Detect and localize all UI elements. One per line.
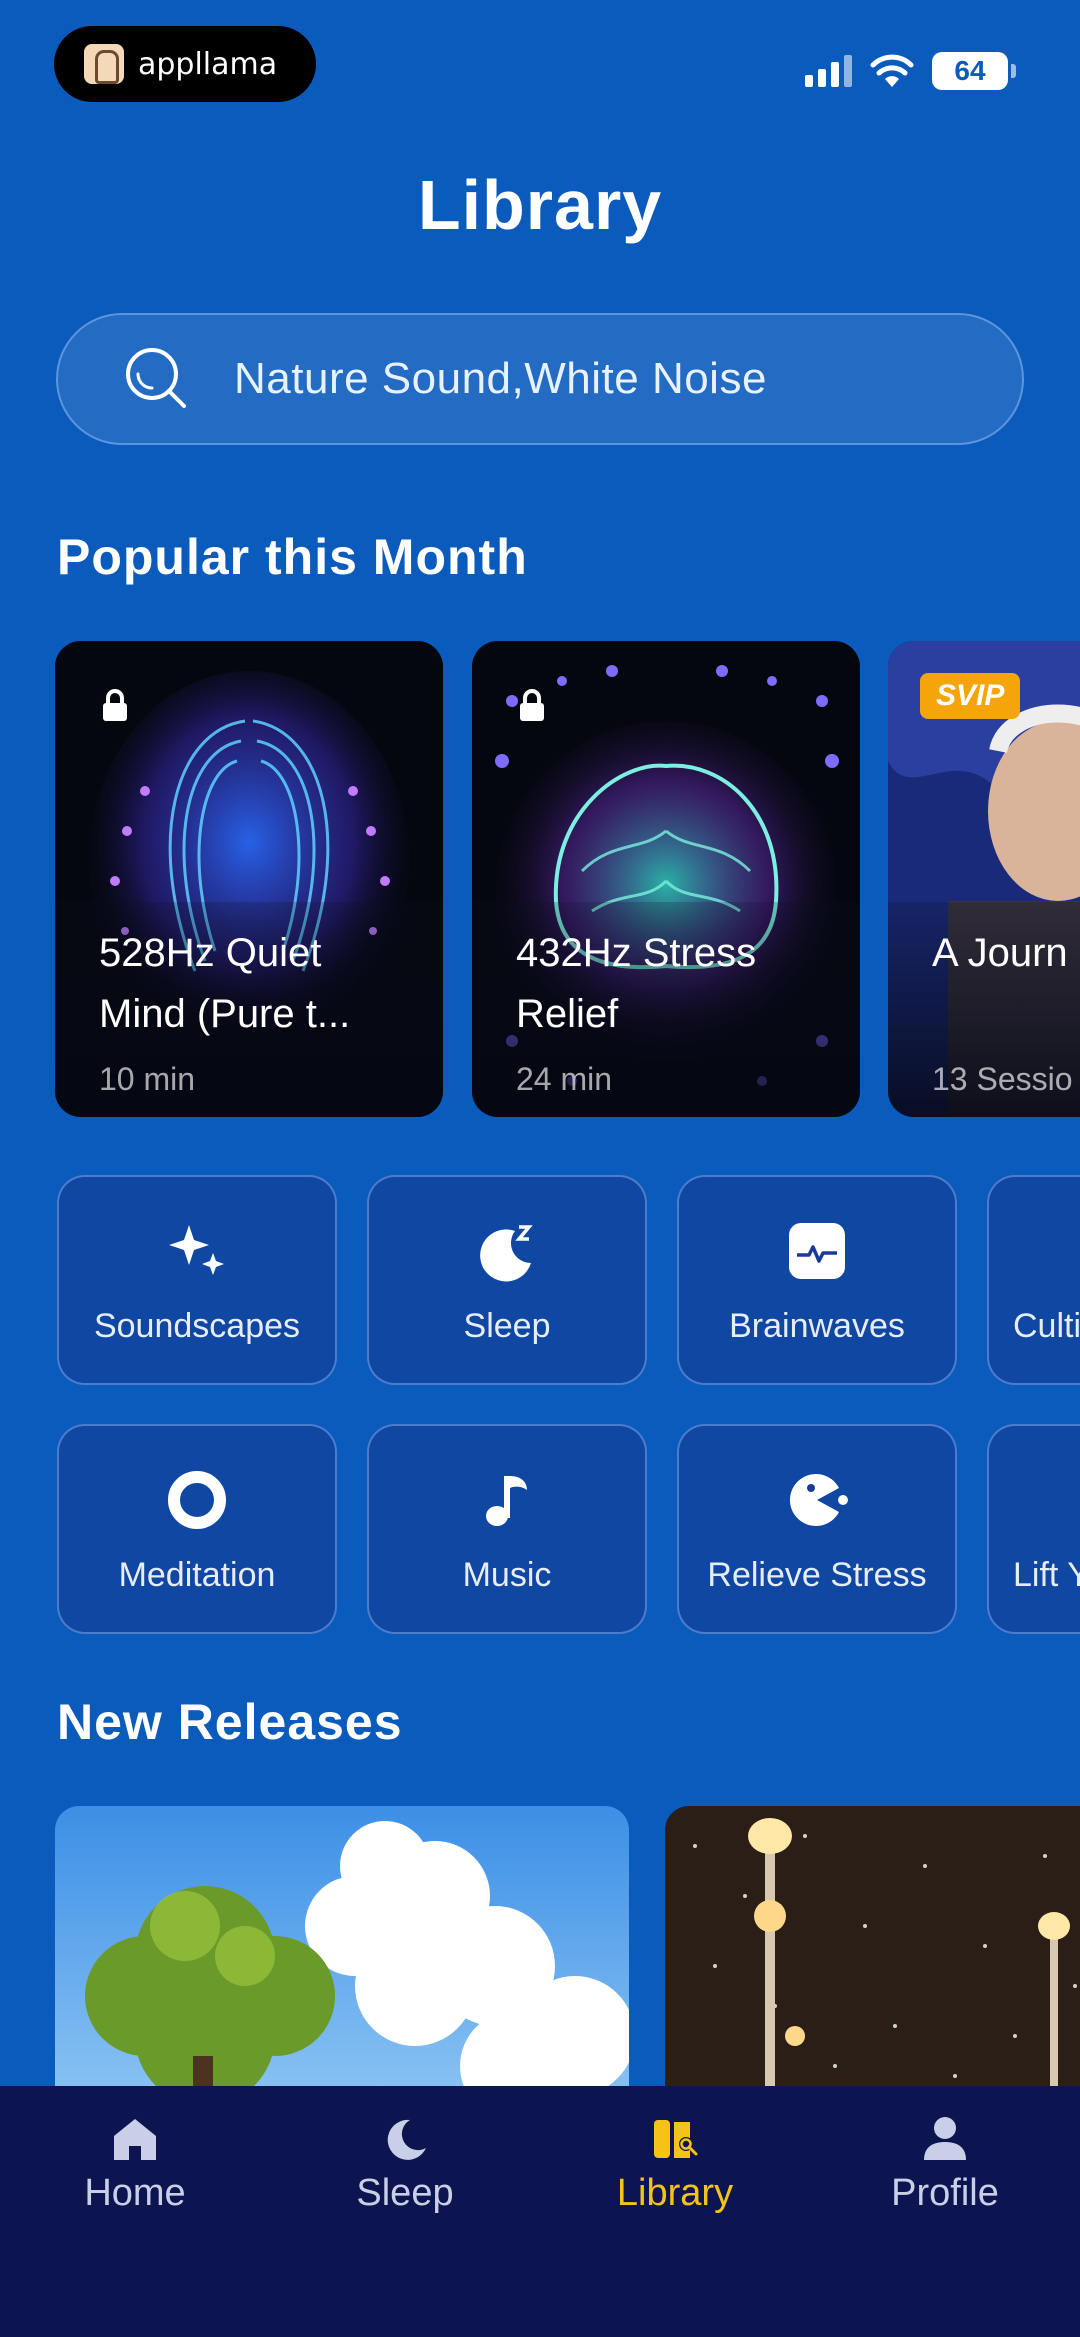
tab-profile[interactable]: Profile: [810, 2086, 1080, 2246]
popular-section-title: Popular this Month: [57, 529, 528, 585]
person-icon: [924, 2117, 966, 2160]
category-tile-soundscapes[interactable]: Soundscapes: [57, 1175, 337, 1385]
bottom-tab-bar: Home Sleep Library Profile: [0, 2086, 1080, 2337]
lock-icon: [520, 689, 544, 721]
category-tile-lift[interactable]: Lift Y: [987, 1424, 1080, 1634]
category-tile-cultivate[interactable]: Cultiv: [987, 1175, 1080, 1385]
card-duration: 24 min: [516, 1061, 613, 1097]
moon-icon: [387, 2119, 426, 2160]
lock-icon: [103, 689, 127, 721]
wave-monitor-icon: [789, 1223, 845, 1279]
search-bar[interactable]: Nature Sound,White Noise: [56, 313, 1024, 445]
category-tile-brainwaves[interactable]: Brainwaves: [677, 1175, 957, 1385]
card-title: 432Hz Stress Relief: [516, 931, 757, 1036]
chomp-icon: [789, 1474, 848, 1526]
category-label: Brainwaves: [729, 1307, 905, 1345]
card-duration: 13 Sessio: [932, 1061, 1073, 1097]
tab-label: Profile: [891, 2172, 999, 2214]
tab-sleep[interactable]: Sleep: [270, 2086, 540, 2246]
app-name: appllama: [138, 46, 278, 82]
moon-zz-icon: [480, 1225, 533, 1282]
library-screen: appllama 64 Library Nature Sound,White N…: [0, 0, 1080, 2337]
category-label: Cultiv: [1013, 1307, 1080, 1345]
search-placeholder[interactable]: Nature Sound,White Noise: [234, 354, 767, 404]
new-releases-title: New Releases: [57, 1694, 403, 1750]
night-lamps-image: [665, 1806, 1080, 2106]
search-icon: [126, 348, 186, 408]
tab-label: Library: [616, 2172, 734, 2214]
tab-library[interactable]: Library: [540, 2086, 810, 2246]
card-duration: 10 min: [99, 1061, 196, 1097]
music-note-icon: [486, 1476, 527, 1526]
svip-badge: SVIP: [920, 673, 1021, 719]
tree-sky-image: [55, 1806, 629, 2106]
category-tile-relieve-stress[interactable]: Relieve Stress: [677, 1424, 957, 1634]
release-card[interactable]: [55, 1806, 629, 2106]
tab-home[interactable]: Home: [0, 2086, 270, 2246]
battery-indicator: 64: [932, 52, 1016, 90]
tab-label: Sleep: [356, 2172, 454, 2214]
category-label: Music: [462, 1556, 552, 1594]
app-badge: appllama: [54, 26, 316, 102]
home-icon: [114, 2119, 156, 2160]
signal-icon: [805, 55, 852, 87]
llama-logo-icon: [84, 44, 124, 84]
sparkles-icon: [169, 1225, 224, 1275]
category-label: Sleep: [463, 1307, 551, 1345]
popular-card[interactable]: 528Hz Quiet Mind (Pure t... 10 min: [55, 641, 443, 1117]
category-tile-music[interactable]: Music: [367, 1424, 647, 1634]
ring-icon: [168, 1471, 226, 1529]
status-indicators: 64: [805, 52, 1016, 90]
category-label: Soundscapes: [93, 1307, 301, 1345]
card-title: A Journ Inner P: [932, 931, 1080, 975]
popular-card[interactable]: 432Hz Stress Relief 24 min: [472, 641, 860, 1117]
wifi-icon: [870, 54, 914, 87]
category-tile-meditation[interactable]: Meditation: [57, 1424, 337, 1634]
category-label: Relieve Stress: [707, 1556, 927, 1594]
category-tile-sleep[interactable]: Sleep: [367, 1175, 647, 1385]
tab-label: Home: [84, 2172, 186, 2214]
release-card[interactable]: [665, 1806, 1080, 2106]
popular-card[interactable]: SVIP A Journ Inner P 13 Sessio: [888, 641, 1080, 1117]
category-label: Meditation: [118, 1556, 276, 1594]
card-title: 528Hz Quiet Mind (Pure t...: [99, 931, 351, 1036]
page-title: Library: [417, 166, 663, 244]
library-icon: [654, 2120, 698, 2158]
category-label: Lift Y: [1013, 1556, 1080, 1594]
